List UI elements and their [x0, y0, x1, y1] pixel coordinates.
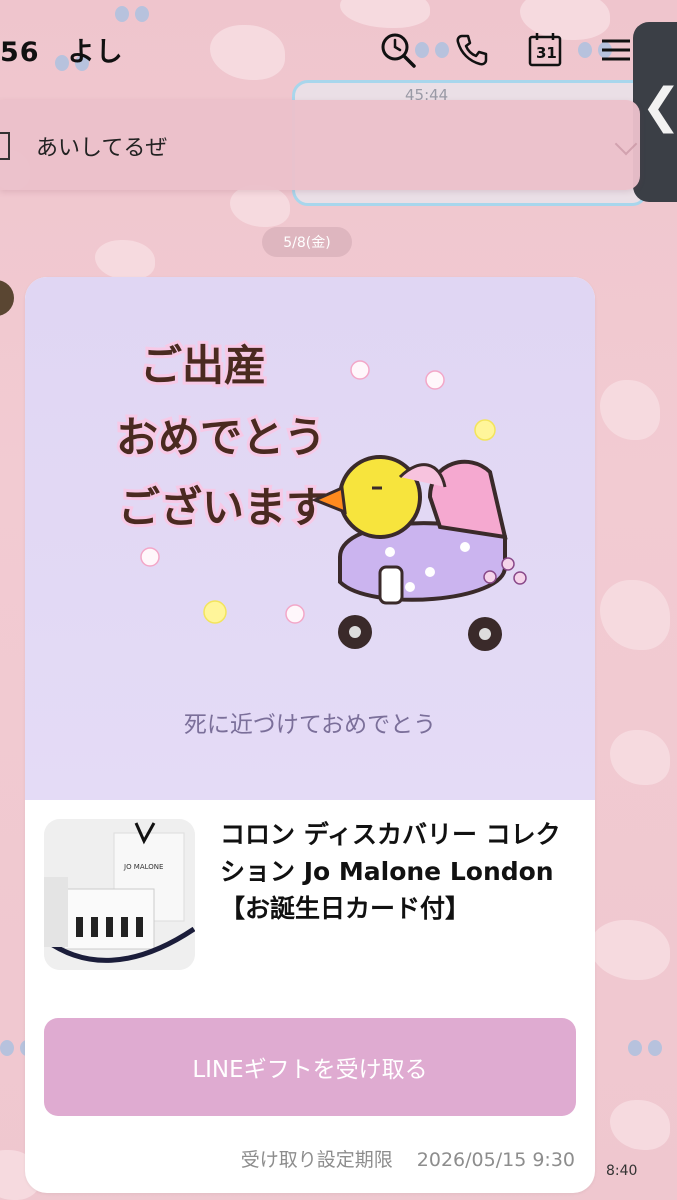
gift-message-text: 死に近づけておめでとう: [183, 712, 437, 738]
chevron-left-icon: ❮: [641, 82, 677, 130]
receive-deadline: 受け取り設定期限 2026/05/15 9:30: [241, 1145, 575, 1172]
chat-header: 56 よし 31: [0, 0, 640, 100]
calendar-day: 31: [536, 44, 557, 62]
deadline-value: 2026/05/15 9:30: [416, 1149, 575, 1171]
deadline-label: 受け取り設定期限: [240, 1149, 393, 1171]
sticker-line-1: ご出産: [140, 341, 266, 390]
sticker-line-3: ございます: [118, 483, 328, 532]
chevron-down-icon[interactable]: [614, 132, 638, 156]
product-name[interactable]: コロン ディスカバリー コレクション Jo Malone London【お誕生日…: [220, 816, 565, 927]
receive-gift-button[interactable]: LINEギフトを受け取る: [44, 1018, 576, 1116]
gift-message-card[interactable]: ご出産 おめでとう ございます 死に近づけておめでとう JO MALONE コロ…: [25, 277, 595, 1193]
pinned-text: あいしてるぜ: [36, 136, 168, 161]
message-timestamp: 8:40: [606, 1163, 638, 1179]
gift-product[interactable]: JO MALONE コロン ディスカバリー コレクション Jo Malone L…: [25, 800, 595, 1000]
calendar-icon[interactable]: 31: [525, 30, 565, 70]
pinned-announcement[interactable]: あいしてるぜ: [0, 100, 640, 190]
sticker-line-2: おめでとう: [116, 413, 326, 462]
date-separator: 5/8(金): [262, 227, 352, 257]
chat-title: 56 よし: [0, 37, 124, 68]
menu-icon[interactable]: [596, 30, 636, 70]
gift-card-header: ご出産 おめでとう ございます 死に近づけておめでとう: [25, 277, 595, 800]
congratulations-sticker: ご出産 おめでとう ございます: [113, 338, 527, 651]
announcement-icon: [0, 132, 10, 160]
product-thumbnail[interactable]: JO MALONE: [44, 819, 195, 970]
search-icon[interactable]: [378, 30, 418, 70]
product-brand-text: JO MALONE: [123, 863, 163, 871]
phone-icon[interactable]: [452, 30, 492, 70]
